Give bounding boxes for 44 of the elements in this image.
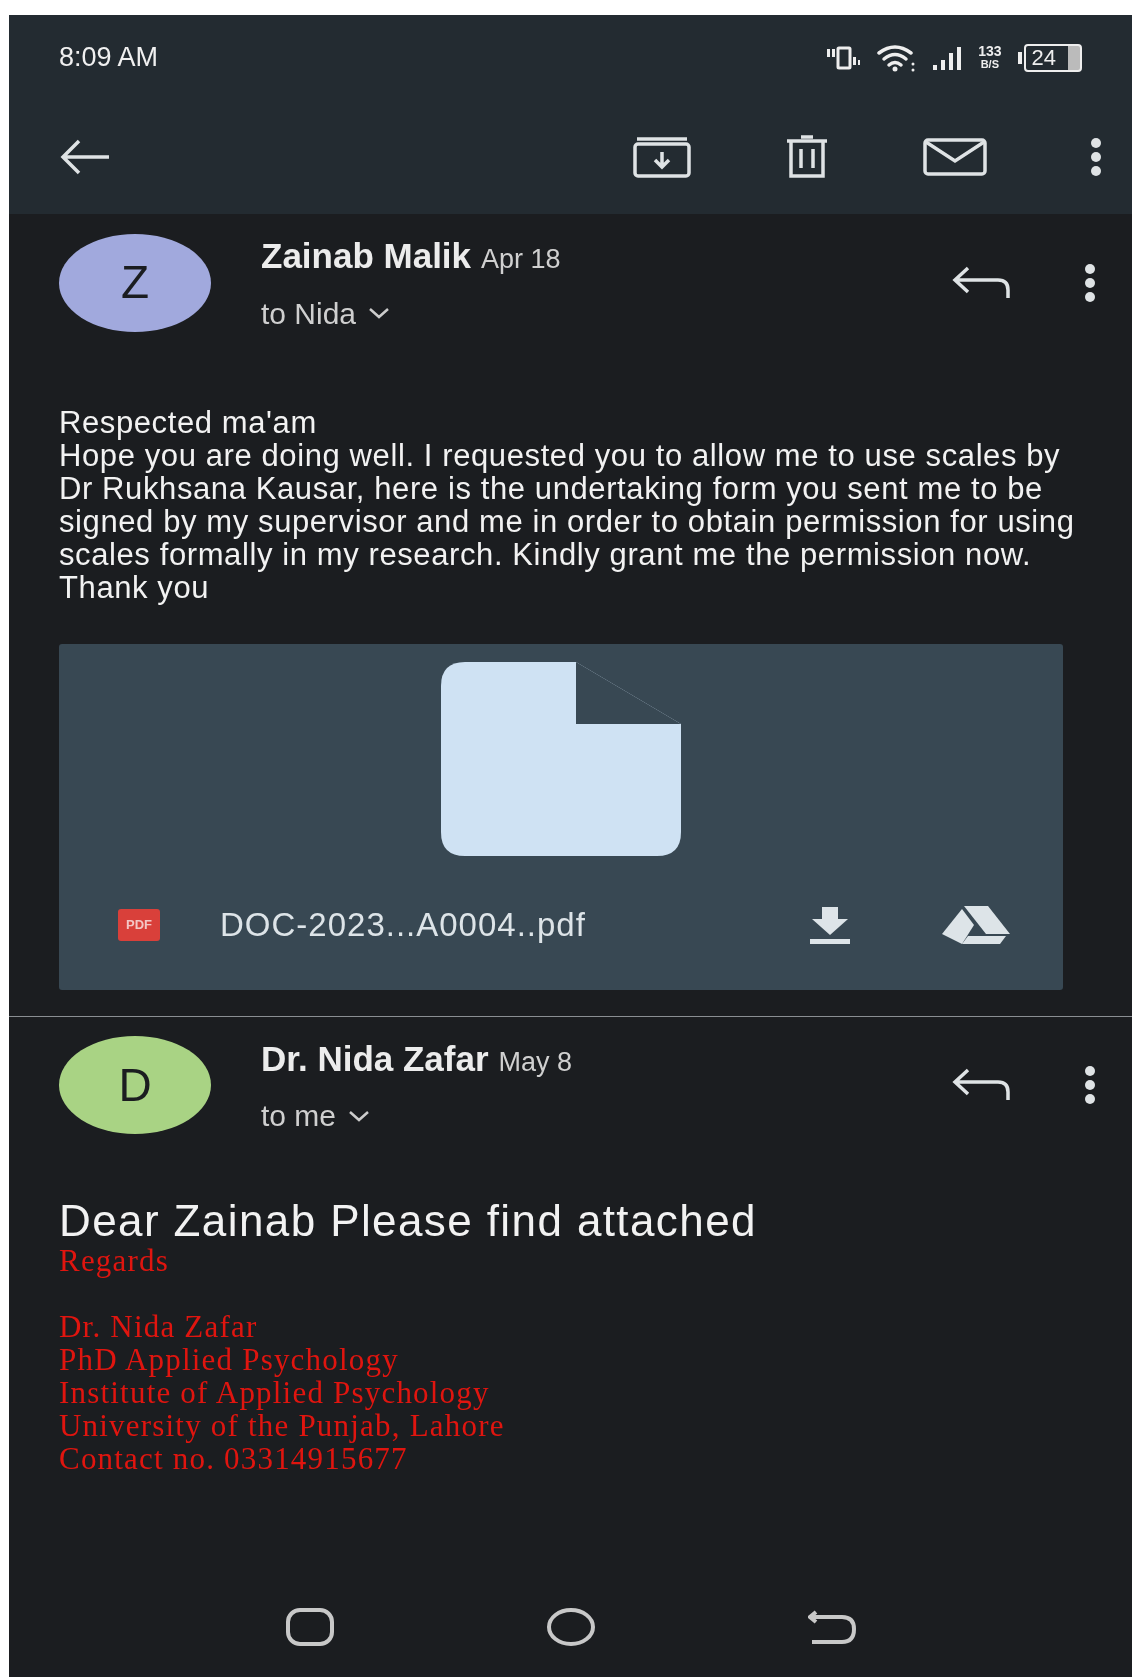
back-arrow-icon[interactable]	[59, 139, 111, 175]
net-speed-value: 133	[978, 44, 1002, 58]
message-date: May 8	[498, 1045, 573, 1079]
message-text: Dear Zainab Please find attached	[58, 1198, 758, 1244]
net-speed-unit: B/S	[980, 57, 999, 71]
more-options-icon[interactable]	[1088, 137, 1104, 177]
signature-line: Institute of Applied Psychology	[59, 1376, 491, 1409]
avatar: D	[59, 1036, 211, 1135]
message-date: Apr 18	[481, 243, 561, 276]
download-icon[interactable]	[808, 904, 852, 945]
signature-line: PhD Applied Psychology	[59, 1343, 400, 1376]
more-options-icon[interactable]	[1082, 262, 1098, 303]
vibrate-icon	[826, 44, 861, 71]
battery-tip-icon	[1017, 51, 1022, 64]
recipient-label: to Nida	[261, 295, 357, 332]
chevron-down-icon[interactable]	[348, 1108, 371, 1123]
recipient-label: to me	[261, 1098, 337, 1134]
signal-icon	[932, 45, 963, 70]
sender-name: Zainab Malik	[261, 235, 472, 277]
reply-icon[interactable]	[952, 265, 1012, 300]
mail-icon[interactable]	[922, 137, 988, 177]
sender-name: Dr. Nida Zafar	[261, 1037, 489, 1080]
file-type-label: PDF	[118, 909, 160, 941]
more-options-icon[interactable]	[1082, 1065, 1098, 1106]
message-text: Respected ma'am	[59, 405, 318, 439]
recents-icon[interactable]	[284, 1607, 335, 1647]
archive-icon[interactable]	[632, 135, 692, 179]
back-icon[interactable]	[808, 1608, 857, 1646]
chevron-down-icon[interactable]	[368, 306, 391, 320]
message-text: Thank you	[59, 570, 210, 604]
signature-closing: Regards	[59, 1244, 170, 1277]
signature-line: Contact no. 03314915677	[59, 1442, 409, 1475]
battery-level: 24	[1023, 43, 1082, 72]
status-time: 8:09 AM	[59, 41, 159, 75]
avatar: Z	[59, 233, 211, 332]
signature-line: University of the Punjab, Lahore	[59, 1409, 506, 1442]
home-icon[interactable]	[546, 1607, 597, 1647]
attachment-card[interactable]: PDF DOC-2023...A0004..pdf	[59, 643, 1063, 990]
wifi-icon	[876, 43, 917, 72]
reply-icon[interactable]	[952, 1068, 1012, 1103]
file-icon	[441, 661, 681, 856]
file-name: DOC-2023...A0004..pdf	[220, 905, 586, 945]
signature-line: Dr. Nida Zafar	[59, 1310, 259, 1343]
drive-icon[interactable]	[942, 905, 1010, 944]
